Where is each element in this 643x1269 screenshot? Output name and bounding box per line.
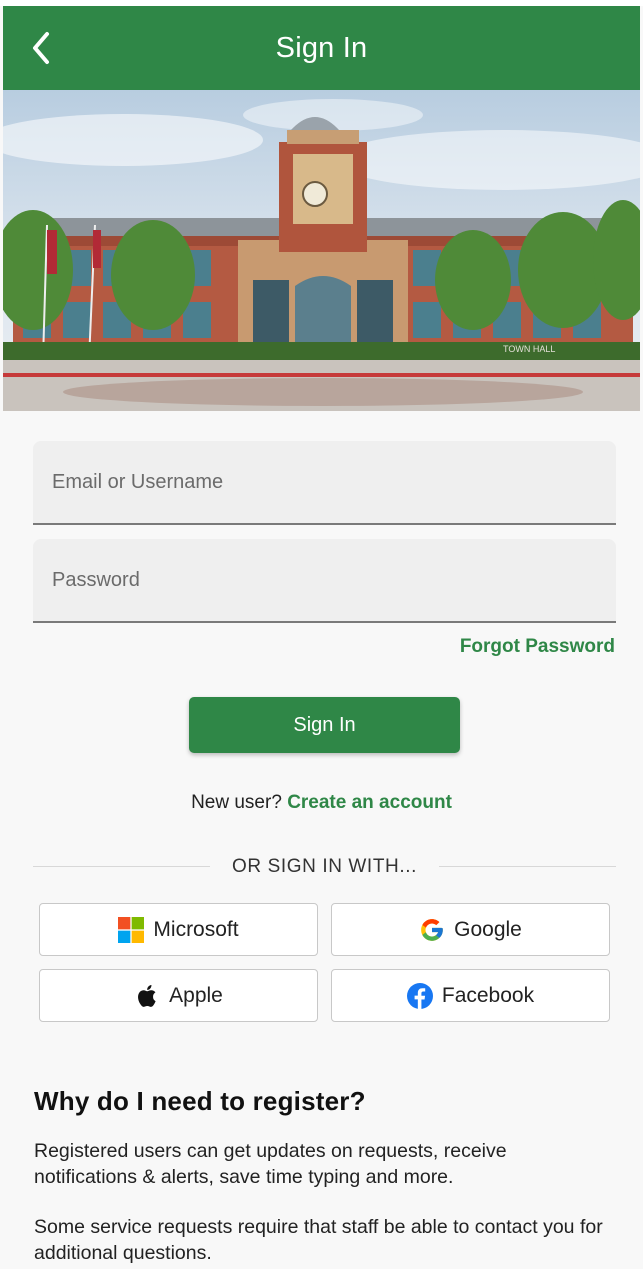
microsoft-icon [118, 916, 145, 943]
email-input[interactable] [33, 441, 616, 523]
google-label: Google [454, 917, 522, 941]
sign-in-button[interactable]: Sign In [189, 697, 460, 753]
facebook-sign-in-button[interactable]: Facebook [331, 969, 610, 1022]
forgot-password-link[interactable]: Forgot Password [460, 636, 615, 658]
microsoft-sign-in-button[interactable]: Microsoft [39, 903, 318, 956]
password-input[interactable] [33, 539, 616, 621]
password-field[interactable] [33, 539, 616, 623]
divider-left [33, 866, 210, 867]
create-account-link[interactable]: Create an account [287, 792, 452, 813]
new-user-row: New user? Create an account [0, 792, 643, 814]
town-hall-photo: TOWN HALL [3, 90, 640, 411]
facebook-icon [406, 982, 433, 1009]
apple-label: Apple [169, 983, 223, 1007]
new-user-text: New user? [191, 792, 282, 813]
staff-contact-text: Some service requests require that staff… [34, 1216, 603, 1264]
google-sign-in-button[interactable]: Google [331, 903, 610, 956]
register-benefits-text: Registered users can get updates on requ… [34, 1140, 507, 1188]
town-hall-sign: TOWN HALL [503, 344, 555, 354]
divider-right [439, 866, 616, 867]
facebook-label: Facebook [441, 983, 535, 1007]
email-field[interactable] [33, 441, 616, 525]
apple-sign-in-button[interactable]: Apple [39, 969, 318, 1022]
chevron-left-icon[interactable] [27, 28, 55, 68]
app-bar: Sign In [3, 6, 640, 90]
microsoft-label: Microsoft [153, 917, 239, 941]
why-register-heading: Why do I need to register? [34, 1086, 366, 1116]
apple-icon [138, 984, 156, 1007]
google-icon [421, 918, 443, 941]
page-title: Sign In [275, 31, 368, 64]
or-sign-in-with-label: OR SIGN IN WITH... [232, 856, 417, 877]
